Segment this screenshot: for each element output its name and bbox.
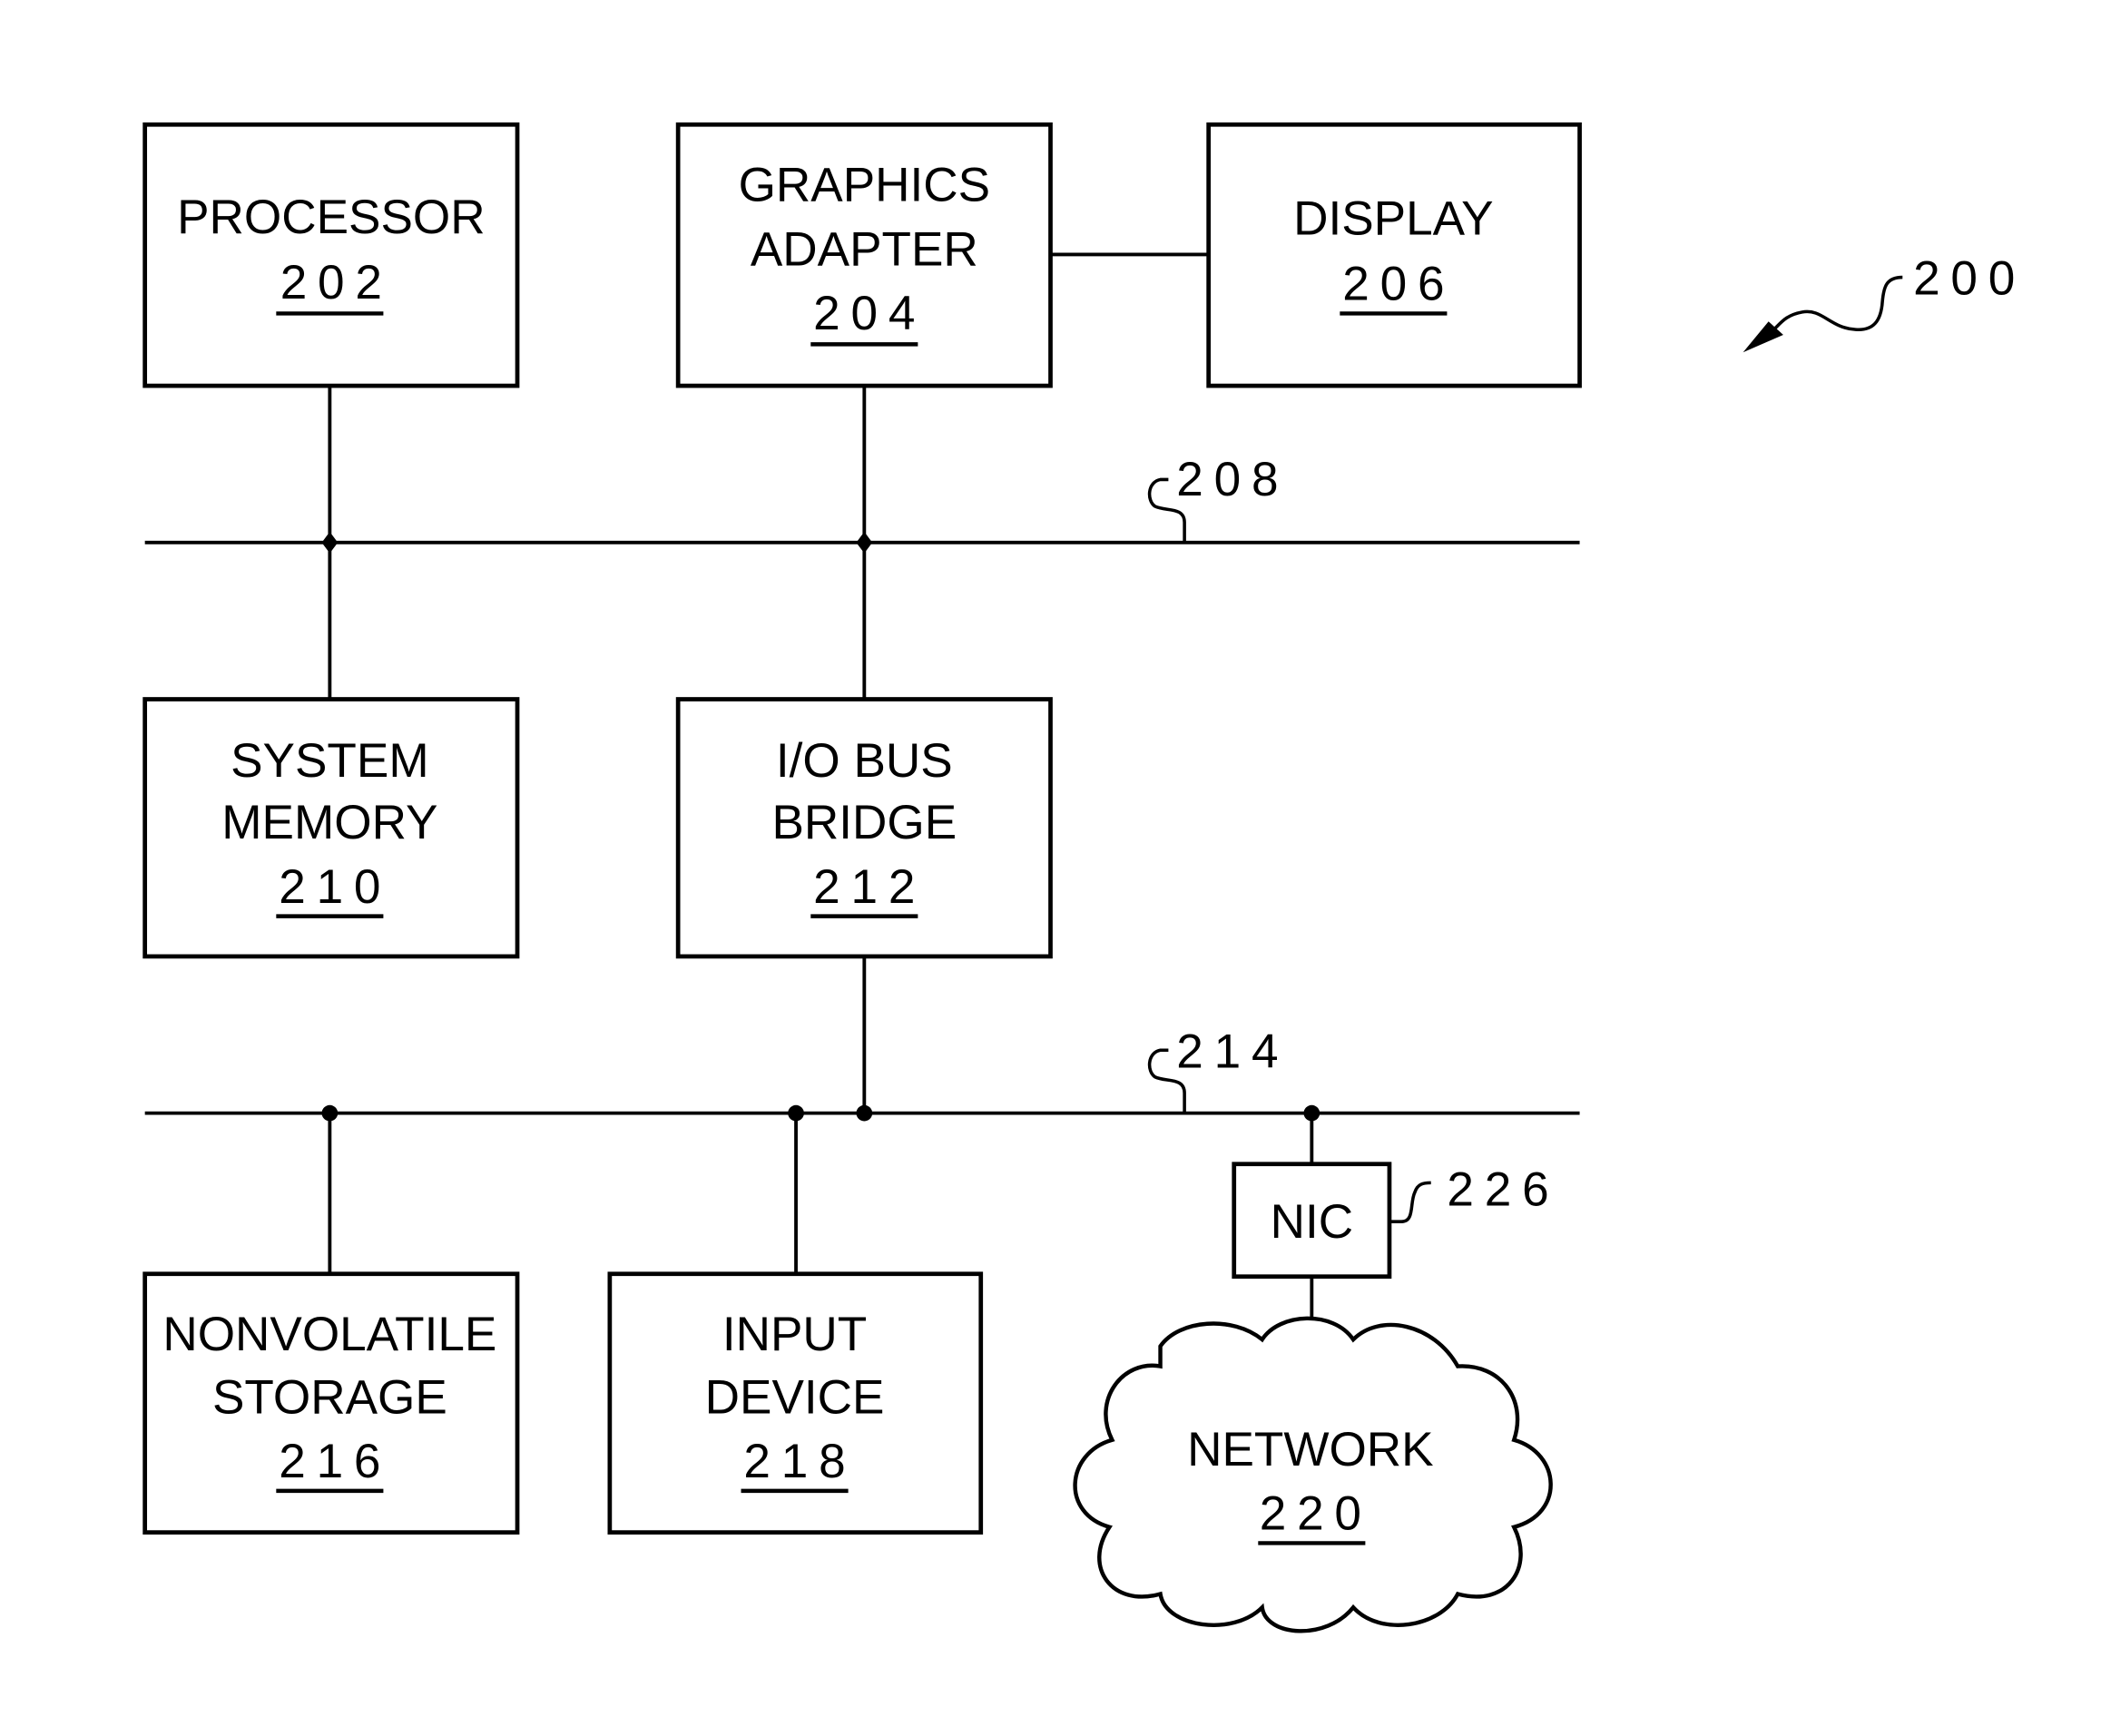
io-bus-bridge-ref: 212 — [813, 860, 926, 914]
graphics-adapter-label-2: ADAPTER — [751, 222, 978, 276]
junction-dot — [856, 532, 873, 554]
block-diagram: 208 214 PROCESSOR 202 GRAPHICS ADAPTER 2… — [142, 122, 2026, 1633]
display-label: DISPLAY — [1293, 191, 1493, 245]
nonvolatile-storage-label-1: NONVOLATILE — [162, 1308, 496, 1361]
junction-dot — [788, 1104, 804, 1122]
input-device-ref: 218 — [743, 1435, 856, 1488]
system-memory-ref: 210 — [279, 860, 391, 914]
figure-ref-number: 200 — [1913, 252, 2026, 306]
processor-ref: 202 — [280, 256, 393, 309]
input-device-label-2: DEVICE — [705, 1370, 885, 1424]
input-device-block: INPUT DEVICE 218 — [607, 1271, 984, 1535]
network-cloud: NETWORK 220 — [1073, 1316, 1553, 1633]
nonvolatile-storage-label-2: STORAGE — [212, 1370, 447, 1424]
nonvolatile-storage-block: NONVOLATILE STORAGE 216 — [142, 1271, 520, 1535]
junction-dot — [1303, 1104, 1320, 1122]
processor-block: PROCESSOR 202 — [142, 122, 520, 388]
io-bus-ref: 214 — [1176, 1025, 1289, 1078]
nic-ref: 226 — [1447, 1162, 1559, 1216]
processor-label: PROCESSOR — [177, 191, 485, 244]
display-ref: 206 — [1342, 258, 1455, 311]
display-block: DISPLAY 206 — [1206, 122, 1582, 388]
squiggle-arrow — [1773, 275, 1903, 331]
io-bus-bridge-label-1: I/O BUS — [776, 734, 953, 788]
nonvolatile-storage-ref: 216 — [279, 1435, 391, 1488]
figure-reference: 200 — [1743, 252, 2026, 353]
system-memory-label-1: SYSTEM — [231, 734, 428, 788]
junction-dot — [856, 1104, 873, 1122]
system-bus-ref: 208 — [1176, 453, 1289, 506]
graphics-adapter-block: GRAPHICS ADAPTER 204 — [675, 122, 1053, 388]
network-ref: 220 — [1260, 1487, 1372, 1541]
input-device-label-1: INPUT — [722, 1308, 867, 1361]
network-label: NETWORK — [1187, 1423, 1434, 1476]
io-bus-bridge-label-2: BRIDGE — [771, 796, 957, 849]
system-memory-block: SYSTEM MEMORY 210 — [142, 697, 520, 959]
io-bus-bridge-block: I/O BUS BRIDGE 212 — [675, 697, 1053, 959]
graphics-adapter-label-1: GRAPHICS — [739, 158, 990, 211]
nic-block: NIC 226 — [1232, 1162, 1559, 1280]
junction-dot — [321, 1104, 339, 1122]
nic-label: NIC — [1271, 1195, 1354, 1249]
system-memory-label-2: MEMORY — [221, 796, 437, 849]
junction-dot — [321, 532, 339, 554]
graphics-adapter-ref: 204 — [813, 287, 926, 340]
